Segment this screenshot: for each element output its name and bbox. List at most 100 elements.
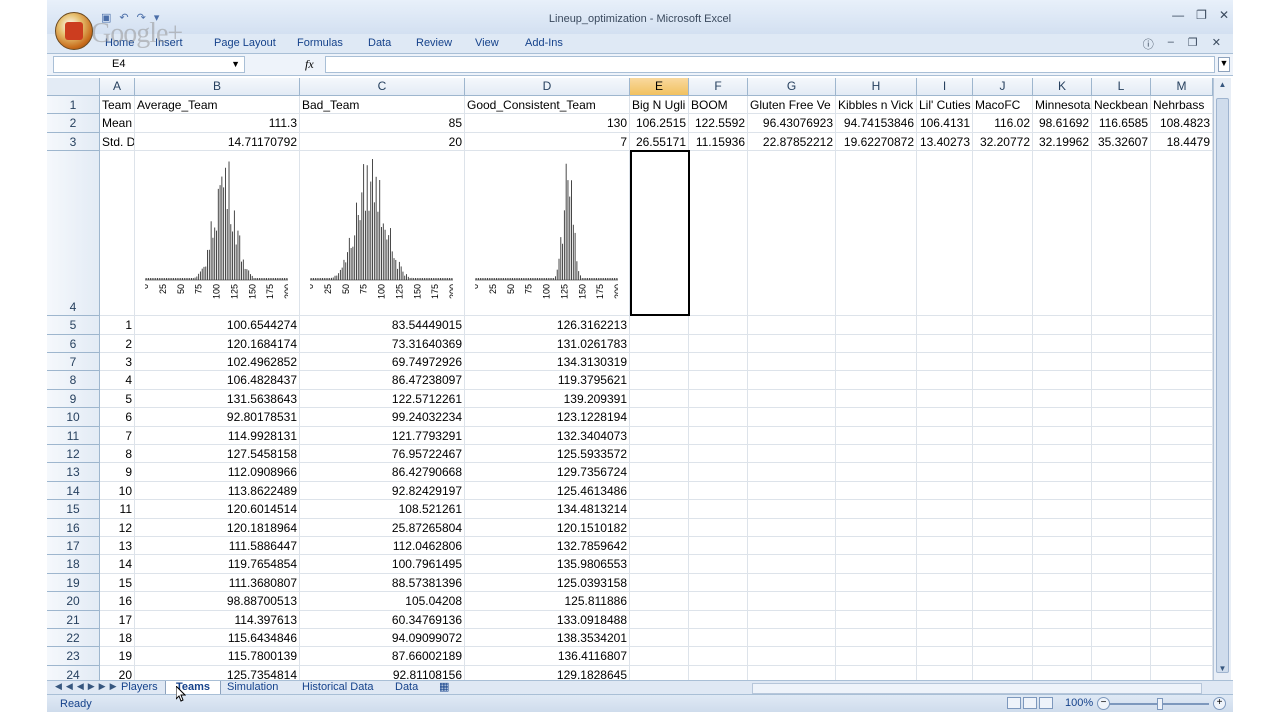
cell[interactable]: 111.3680807 [135, 573, 300, 593]
cell[interactable]: 130 [465, 114, 630, 133]
tab-page-layout[interactable]: Page Layout [214, 37, 276, 49]
cell[interactable]: 15 [100, 573, 135, 593]
cell[interactable] [973, 334, 1033, 353]
cell[interactable] [917, 500, 973, 519]
cell[interactable] [973, 481, 1033, 501]
tab-review[interactable]: Review [416, 37, 452, 49]
cell[interactable] [836, 500, 917, 519]
cell[interactable]: 120.1818964 [135, 518, 300, 537]
cell[interactable] [689, 445, 748, 464]
cell[interactable] [1151, 151, 1213, 317]
cell[interactable]: 88.57381396 [300, 573, 465, 593]
cell[interactable]: Mean [100, 114, 135, 133]
cell[interactable] [689, 316, 748, 335]
cell[interactable] [748, 537, 836, 556]
cell[interactable]: 83.54449015 [300, 316, 465, 335]
cell[interactable]: 133.0918488 [465, 610, 630, 629]
cell[interactable]: Std. Dev [100, 132, 135, 152]
name-box[interactable]: E4 ▼ [53, 56, 245, 73]
cell[interactable] [1092, 353, 1151, 372]
cell[interactable] [630, 537, 689, 556]
cell[interactable] [630, 463, 689, 482]
cell[interactable] [689, 629, 748, 648]
cell[interactable]: 125.4613486 [465, 481, 630, 501]
column-header-c[interactable]: C [300, 78, 465, 96]
cell[interactable] [1033, 463, 1092, 482]
cell[interactable]: Kibbles n Vick [836, 96, 917, 115]
cell[interactable] [1092, 610, 1151, 629]
page-break-view-icon[interactable] [1039, 697, 1053, 709]
cell[interactable]: 131.5638643 [135, 389, 300, 409]
cell[interactable] [1151, 426, 1213, 445]
cell[interactable] [748, 389, 836, 409]
cell[interactable]: 92.81108156 [300, 665, 465, 680]
cell[interactable]: 120.1510182 [465, 518, 630, 537]
cell[interactable] [1151, 592, 1213, 611]
cell[interactable] [1033, 408, 1092, 427]
cell[interactable]: 5 [100, 389, 135, 409]
cell[interactable]: 129.1828645 [465, 665, 630, 680]
cell[interactable] [917, 445, 973, 464]
cell[interactable]: 26.55171 [630, 132, 689, 152]
cell[interactable] [630, 426, 689, 445]
column-header-a[interactable]: A [100, 78, 135, 96]
row-header-12[interactable]: 12 [47, 445, 100, 464]
cell[interactable] [1033, 573, 1092, 593]
cell[interactable] [973, 426, 1033, 445]
cell[interactable]: 60.34769136 [300, 610, 465, 629]
row-header-6[interactable]: 6 [47, 334, 100, 353]
cell[interactable] [1033, 665, 1092, 680]
cell[interactable] [1151, 647, 1213, 666]
cell[interactable] [917, 463, 973, 482]
cell[interactable]: MacoFC [973, 96, 1033, 115]
cell[interactable] [1033, 426, 1092, 445]
cell[interactable] [973, 610, 1033, 629]
cell[interactable]: 123.1228194 [465, 408, 630, 427]
cell[interactable]: 121.7793291 [300, 426, 465, 445]
cell[interactable]: 122.5712261 [300, 389, 465, 409]
column-header-d[interactable]: D [465, 78, 630, 96]
cell[interactable]: 11.15936 [689, 132, 748, 152]
cell[interactable] [973, 647, 1033, 666]
cell[interactable] [836, 573, 917, 593]
row-header-17[interactable]: 17 [47, 537, 100, 556]
cell[interactable]: 132.3404073 [465, 426, 630, 445]
close-icon[interactable]: ✕ [1219, 8, 1229, 22]
cell[interactable] [973, 445, 1033, 464]
cell[interactable] [917, 389, 973, 409]
cell[interactable]: 102.4962852 [135, 353, 300, 372]
cell[interactable] [100, 151, 135, 317]
cell[interactable] [973, 537, 1033, 556]
cell[interactable] [689, 481, 748, 501]
cell[interactable]: Good_Consistent_Team [465, 96, 630, 115]
cell[interactable] [973, 389, 1033, 409]
cell[interactable] [917, 665, 973, 680]
cell[interactable]: 8 [100, 445, 135, 464]
cell[interactable] [917, 573, 973, 593]
scroll-down-icon[interactable]: ▼ [1216, 664, 1229, 678]
cell[interactable] [917, 334, 973, 353]
cell[interactable]: 3 [100, 353, 135, 372]
cell[interactable]: 139.209391 [465, 389, 630, 409]
cell[interactable] [1151, 353, 1213, 372]
cell[interactable] [836, 408, 917, 427]
cell[interactable]: 94.09099072 [300, 629, 465, 648]
cell[interactable] [1092, 629, 1151, 648]
row-header-15[interactable]: 15 [47, 500, 100, 519]
cell[interactable] [1151, 573, 1213, 593]
cell[interactable]: 73.31640369 [300, 334, 465, 353]
scroll-up-icon[interactable]: ▲ [1216, 80, 1229, 94]
cell[interactable]: 11 [100, 500, 135, 519]
zoom-slider[interactable] [1109, 698, 1209, 710]
cell[interactable]: 100.6544274 [135, 316, 300, 335]
cell[interactable] [973, 500, 1033, 519]
zoom-in-icon[interactable]: + [1213, 697, 1226, 710]
sheet-tab-simulation[interactable]: Simulation [217, 681, 288, 695]
cell[interactable] [1092, 426, 1151, 445]
cell[interactable] [1151, 665, 1213, 680]
cell[interactable] [917, 555, 973, 574]
tab-add-ins[interactable]: Add-Ins [525, 37, 563, 49]
cell[interactable] [689, 500, 748, 519]
cell[interactable] [630, 573, 689, 593]
cell[interactable] [748, 463, 836, 482]
